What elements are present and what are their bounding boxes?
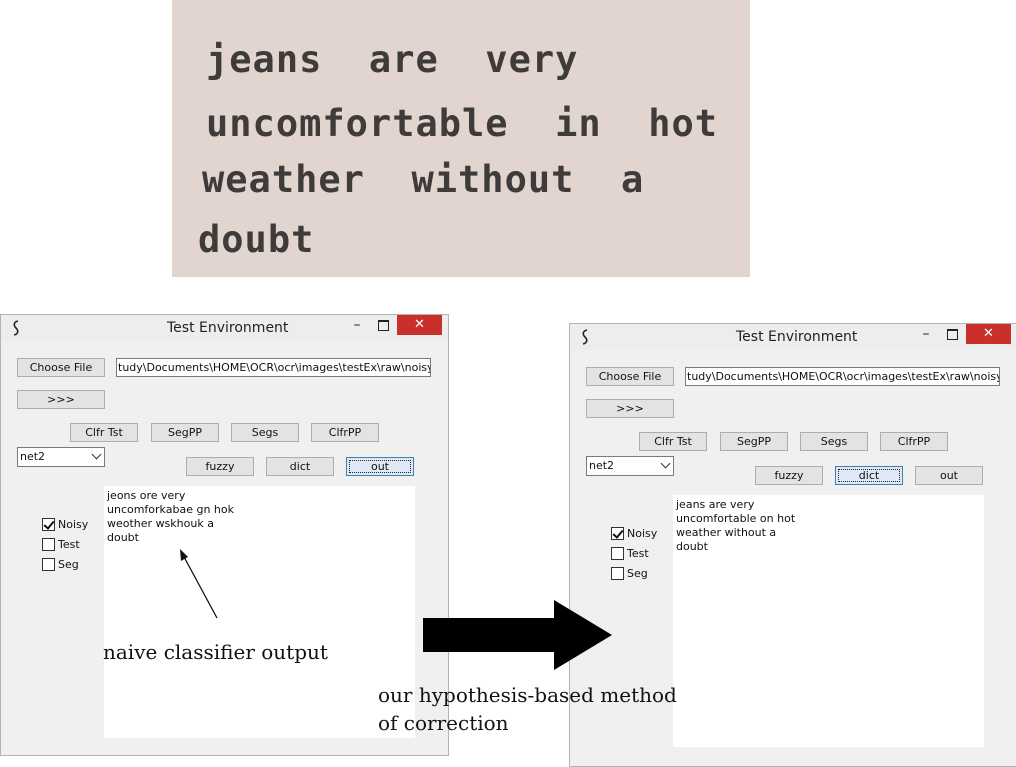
test-label: Test [58,538,80,551]
network-select[interactable]: net2 [586,456,674,476]
checkmark-icon [43,518,55,530]
checkbox-box[interactable] [42,558,55,571]
clfr-tst-button[interactable]: Clfr Tst [70,423,138,442]
handwritten-note-photo: jeans are very uncomfortable in hot weat… [172,0,750,277]
test-label: Test [627,547,649,560]
chevron-down-icon [91,449,102,460]
seg-label: Seg [627,567,648,580]
next-button[interactable]: >>> [586,399,674,418]
method-caption-line-2: of correction [378,711,509,735]
maximize-icon[interactable] [947,329,958,340]
noisy-label: Noisy [627,527,658,540]
close-icon[interactable]: ✕ [966,324,1011,344]
clfrpp-button[interactable]: ClfrPP [311,423,379,442]
segs-button[interactable]: Segs [231,423,299,442]
clfr-tst-button[interactable]: Clfr Tst [639,432,707,451]
clfrpp-button[interactable]: ClfrPP [880,432,948,451]
window-title: Test Environment [167,320,289,336]
checkbox-box[interactable] [611,567,624,580]
handwritten-line-3: weather without a [202,158,645,201]
minimize-icon[interactable]: – [919,327,933,343]
app-icon [13,320,19,336]
network-select-value: net2 [589,459,615,472]
network-select[interactable]: net2 [17,447,105,467]
segpp-button[interactable]: SegPP [151,423,219,442]
noisy-label: Noisy [58,518,89,531]
app-icon [582,329,588,345]
network-select-value: net2 [20,450,46,463]
chevron-down-icon [660,458,671,469]
output-textbox[interactable]: jeons ore very uncomforkabae gn hok weot… [104,486,415,738]
out-button[interactable]: out [346,457,414,476]
fuzzy-button[interactable]: fuzzy [755,466,823,485]
title-bar: Test Environment – ✕ [1,315,448,341]
out-button[interactable]: out [915,466,983,485]
title-bar: Test Environment – ✕ [570,324,1016,350]
close-icon[interactable]: ✕ [397,315,442,335]
handwritten-line-1: jeans are very [206,38,579,81]
dict-button[interactable]: dict [835,466,903,485]
segs-button[interactable]: Segs [800,432,868,451]
maximize-icon[interactable] [378,320,389,331]
checkbox-box[interactable] [42,518,55,531]
window-title: Test Environment [736,329,858,345]
handwritten-line-2: uncomfortable in hot [206,102,719,145]
fuzzy-button[interactable]: fuzzy [186,457,254,476]
checkbox-box[interactable] [611,527,624,540]
choose-file-button[interactable]: Choose File [586,367,674,386]
file-path-field[interactable]: tudy\Documents\HOME\OCR\ocr\images\testE… [116,358,431,377]
handwritten-line-4: doubt [198,218,315,261]
checkbox-box[interactable] [611,547,624,560]
next-button[interactable]: >>> [17,390,105,409]
checkmark-icon [612,527,624,539]
naive-classifier-caption: naive classifier output [103,640,328,664]
seg-label: Seg [58,558,79,571]
minimize-icon[interactable]: – [350,318,364,334]
choose-file-button[interactable]: Choose File [17,358,105,377]
file-path-field[interactable]: tudy\Documents\HOME\OCR\ocr\images\testE… [685,367,1000,386]
checkbox-box[interactable] [42,538,55,551]
dict-button[interactable]: dict [266,457,334,476]
output-textbox[interactable]: jeans are very uncomfortable on hot weat… [673,495,984,747]
segpp-button[interactable]: SegPP [720,432,788,451]
method-caption-line-1: our hypothesis-based method [378,683,677,707]
